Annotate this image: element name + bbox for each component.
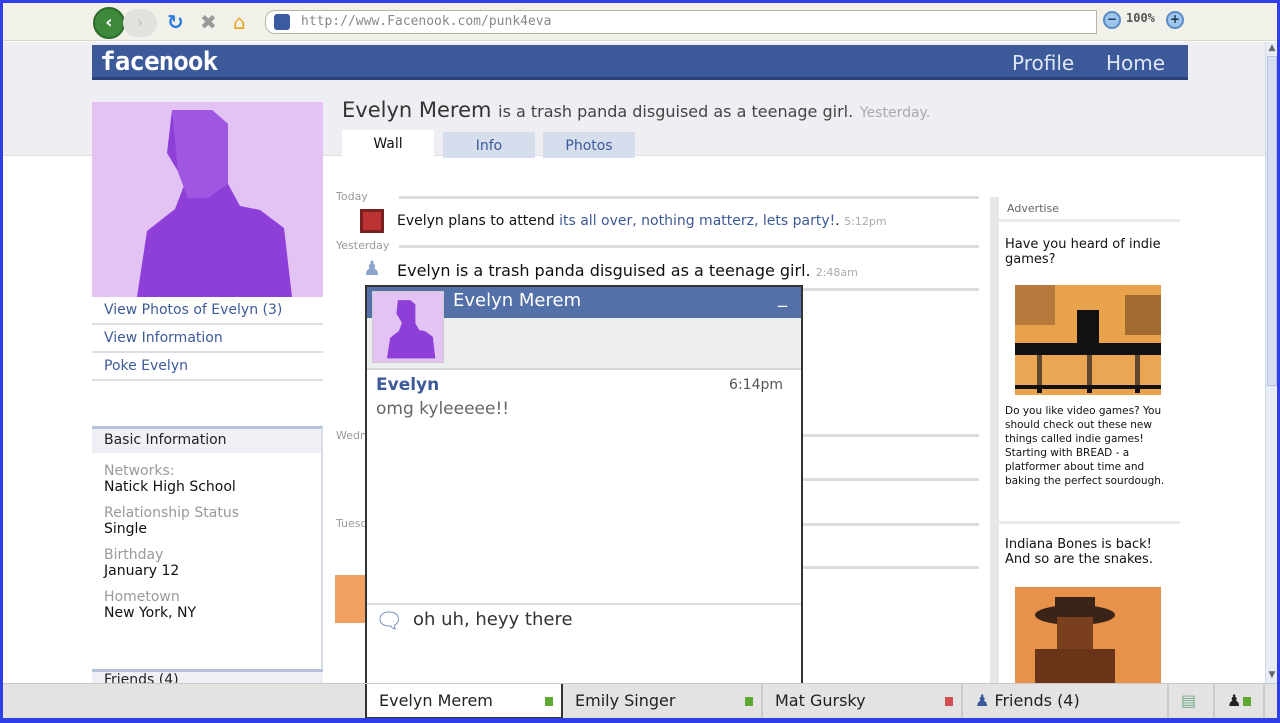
wall-post: Evelyn plans to attend its all over, not… <box>397 213 887 229</box>
chat-tab-mat[interactable]: Mat Gursky <box>763 684 963 718</box>
field-value: Natick High School <box>104 479 236 495</box>
field-label: Networks: <box>104 463 175 479</box>
tab-photos[interactable]: Photos <box>543 132 635 158</box>
nav-home[interactable]: Home <box>1106 51 1165 75</box>
day-label: Today <box>336 190 368 203</box>
site-lock-icon <box>274 14 290 30</box>
status-button[interactable]: ♟ <box>1215 684 1265 718</box>
view-photos-link[interactable]: View Photos of Evelyn (3) <box>92 297 323 325</box>
back-arrow-icon: ‹ <box>105 12 113 33</box>
profile-name: Evelyn Merem <box>342 98 492 122</box>
zoom-in-icon[interactable]: + <box>1166 11 1184 29</box>
online-status-icon <box>1243 697 1251 706</box>
scroll-thumb[interactable] <box>1267 56 1277 386</box>
field-value: January 12 <box>104 563 180 579</box>
friends-icon: ♟ <box>975 691 990 710</box>
notifications-button[interactable]: ▤ <box>1169 684 1215 718</box>
message-text: omg kyleeeee!! <box>376 399 510 419</box>
message-sender: Evelyn <box>376 375 440 395</box>
browser-toolbar: ‹ › ↻ ✖ ⌂ http://www.Facenook.com/punk4e… <box>3 3 1277 41</box>
ad-title[interactable]: Have you heard of indie games? <box>1005 237 1180 267</box>
forward-button[interactable]: › <box>123 9 157 37</box>
field-label: Relationship Status <box>104 505 240 521</box>
chat-taskbar: Evelyn Merem Emily Singer Mat Gursky ♟ F… <box>3 683 1277 718</box>
user-icon: ♟ <box>1227 691 1242 710</box>
online-status-icon <box>745 697 753 706</box>
site-header: facenook Profile Home <box>92 45 1188 80</box>
scroll-up-icon[interactable]: ▲ <box>1266 43 1277 55</box>
divider <box>367 603 801 605</box>
ad-image-bread[interactable] <box>1015 285 1161 395</box>
back-button[interactable]: ‹ <box>93 7 125 39</box>
notepad-icon: ▤ <box>1181 691 1197 710</box>
zoom-out-icon[interactable]: − <box>1103 11 1121 29</box>
field-value: New York, NY <box>104 605 197 621</box>
chat-tab-emily[interactable]: Emily Singer <box>563 684 763 718</box>
divider <box>999 521 1180 524</box>
home-icon[interactable]: ⌂ <box>233 11 246 33</box>
field-label: Hometown <box>104 589 180 605</box>
tab-info[interactable]: Info <box>443 132 535 158</box>
ad-body: Do you like video games? You should chec… <box>1005 405 1165 487</box>
forward-arrow-icon: › <box>137 15 143 31</box>
wall-post: Evelyn is a trash panda disguised as a t… <box>397 261 858 280</box>
field-value: Single <box>104 521 148 537</box>
chat-input[interactable]: oh uh, heyy there <box>413 609 573 630</box>
site-logo[interactable]: facenook <box>100 47 218 77</box>
chat-window: Evelyn Merem _ Evelyn 6:14pm omg kyleeee… <box>365 285 803 688</box>
day-label: Yesterday <box>336 239 390 252</box>
game-window: ‹ › ↻ ✖ ⌂ http://www.Facenook.com/punk4e… <box>3 3 1277 718</box>
scroll-down-icon[interactable]: ▼ <box>1266 670 1277 682</box>
tab-wall[interactable]: Wall <box>342 130 434 158</box>
chat-contact-name: Evelyn Merem <box>453 290 582 311</box>
advertise-column: Advertise Have you heard of indie games?… <box>990 197 1180 687</box>
field-label: Birthday <box>104 547 164 563</box>
friends-button[interactable]: ♟ Friends (4) <box>963 684 1169 718</box>
profile-picture[interactable] <box>92 102 323 297</box>
minimize-button[interactable]: _ <box>778 287 787 308</box>
chat-tab-evelyn[interactable]: Evelyn Merem <box>365 684 563 718</box>
stop-icon[interactable]: ✖ <box>200 11 217 33</box>
profile-headline: Evelyn Merem is a trash panda disguised … <box>342 98 930 122</box>
refresh-icon[interactable]: ↻ <box>167 11 184 33</box>
event-link[interactable]: its all over, nothing matterz, lets part… <box>559 213 835 229</box>
url-text: http://www.Facenook.com/punk4eva <box>301 14 552 29</box>
offline-status-icon <box>945 697 953 706</box>
basic-information-panel: Basic Information Networks: Natick High … <box>92 426 323 686</box>
ad-image-indiana-bones[interactable] <box>1015 587 1161 687</box>
page-scrollbar[interactable]: ▲ ▼ <box>1265 42 1277 683</box>
message-time: 6:14pm <box>729 377 783 393</box>
profile-status: is a trash panda disguised as a teenage … <box>498 102 854 121</box>
status-icon: ♟ <box>363 256 381 280</box>
view-information-link[interactable]: View Information <box>92 325 323 353</box>
poke-link[interactable]: Poke Evelyn <box>92 353 323 381</box>
chat-avatar <box>372 291 444 363</box>
ad-title[interactable]: Indiana Bones is back! And so are the sn… <box>1005 537 1180 567</box>
zoom-level: 100% <box>1126 11 1155 25</box>
profile-page: facenook Profile Home View Photos of Eve… <box>3 42 1265 689</box>
chat-bubbles-icon: 🗨 <box>375 609 403 634</box>
panel-title: Basic Information <box>92 429 321 453</box>
nav-profile[interactable]: Profile <box>1012 51 1074 75</box>
event-icon <box>360 209 384 233</box>
divider <box>399 245 979 248</box>
divider <box>399 196 979 199</box>
ads-header: Advertise <box>999 197 1180 222</box>
status-time: Yesterday. <box>859 105 931 121</box>
online-status-icon <box>545 697 553 706</box>
address-bar[interactable]: http://www.Facenook.com/punk4eva <box>265 10 1097 34</box>
